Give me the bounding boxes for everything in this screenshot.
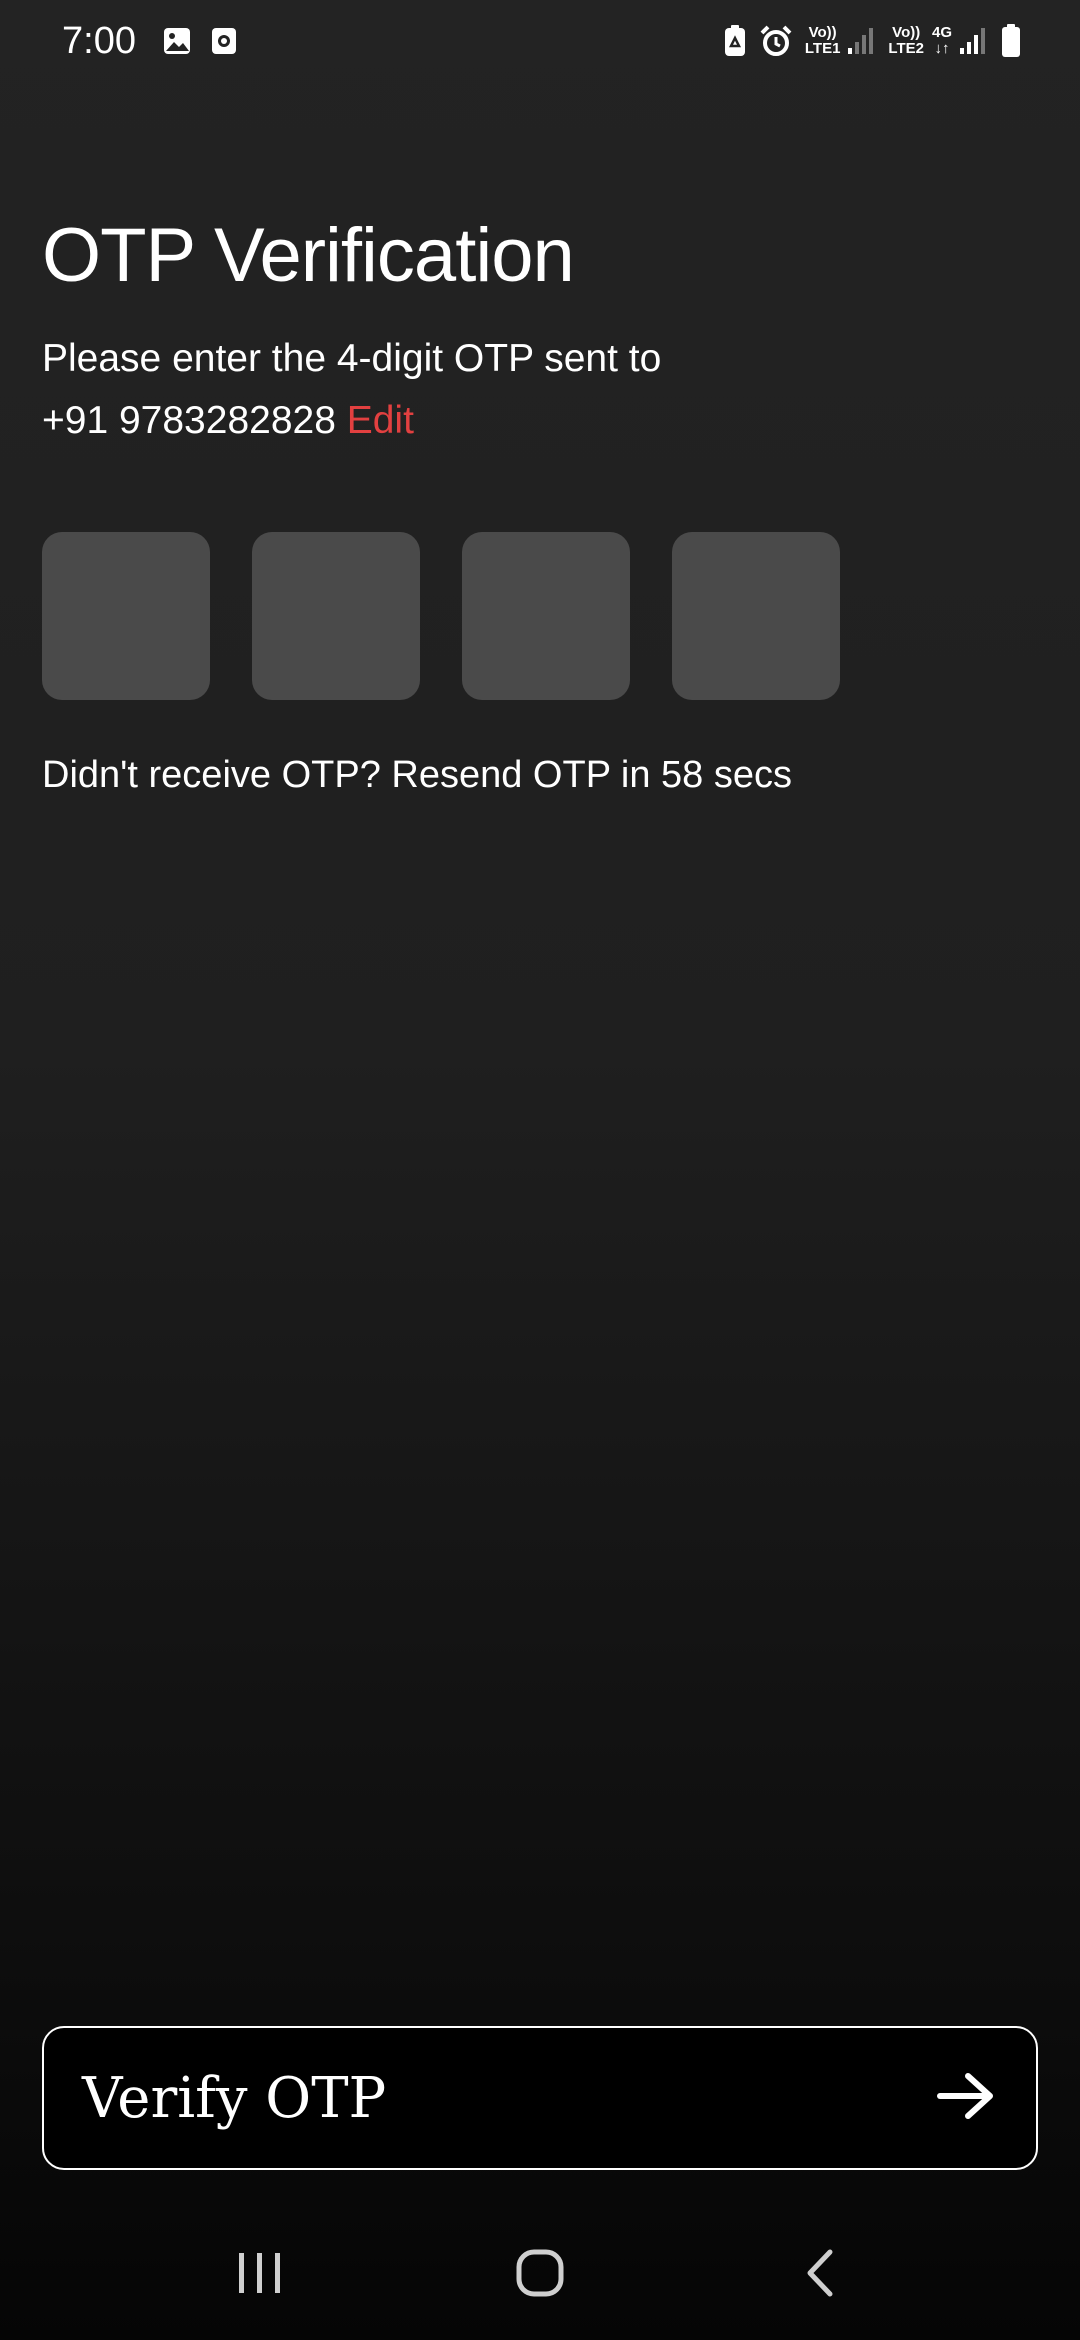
data-arrows-icon: ↓↑ xyxy=(934,40,950,57)
network-type: 4G xyxy=(931,24,952,41)
home-button[interactable] xyxy=(480,2225,600,2325)
edit-phone-link[interactable]: Edit xyxy=(347,399,414,442)
arrow-right-icon xyxy=(934,2064,998,2132)
otp-digit-2[interactable] xyxy=(252,532,420,700)
back-icon xyxy=(800,2248,840,2302)
recent-apps-button[interactable] xyxy=(200,2225,320,2325)
battery-saver-icon xyxy=(723,24,747,58)
status-bar: 7:00 Vo)) LTE1 Vo)) LTE2 4G ↓↑ xyxy=(0,0,1080,82)
battery-icon xyxy=(1000,23,1022,59)
sim1-label-top: Vo)) xyxy=(808,24,837,41)
status-bar-left: 7:00 xyxy=(62,20,238,63)
verify-otp-label: Verify OTP xyxy=(82,2065,387,2131)
screen-recorder-icon xyxy=(210,26,238,56)
sim2-label-top: Vo)) xyxy=(892,24,921,41)
status-time: 7:00 xyxy=(62,19,136,62)
page-title: OTP Verification xyxy=(42,213,575,298)
signal-sim2-icon: Vo)) LTE2 4G ↓↑ xyxy=(888,25,988,57)
otp-digit-4[interactable] xyxy=(672,532,840,700)
otp-digit-3[interactable] xyxy=(462,532,630,700)
resend-otp-timer: Didn't receive OTP? Resend OTP in 58 sec… xyxy=(42,754,792,796)
otp-digit-1[interactable] xyxy=(42,532,210,700)
phone-number: +91 9783282828 xyxy=(42,399,336,442)
image-icon xyxy=(162,26,192,56)
back-button[interactable] xyxy=(760,2225,880,2325)
verify-otp-button[interactable]: Verify OTP xyxy=(42,2026,1038,2170)
recent-apps-icon xyxy=(235,2250,285,2300)
instructions-text: Please enter the 4-digit OTP sent to xyxy=(42,337,662,380)
navigation-bar xyxy=(0,2210,1080,2340)
home-icon xyxy=(515,2248,565,2302)
otp-instructions: Please enter the 4-digit OTP sent to +91… xyxy=(42,328,1022,452)
sim1-label-bottom: LTE1 xyxy=(804,40,841,57)
signal-sim1-icon: Vo)) LTE1 xyxy=(805,25,877,57)
sim2-label-bottom: LTE2 xyxy=(888,40,924,57)
otp-input-row xyxy=(42,532,840,700)
status-bar-right: Vo)) LTE1 Vo)) LTE2 4G ↓↑ xyxy=(723,23,1022,59)
alarm-icon xyxy=(759,24,793,58)
